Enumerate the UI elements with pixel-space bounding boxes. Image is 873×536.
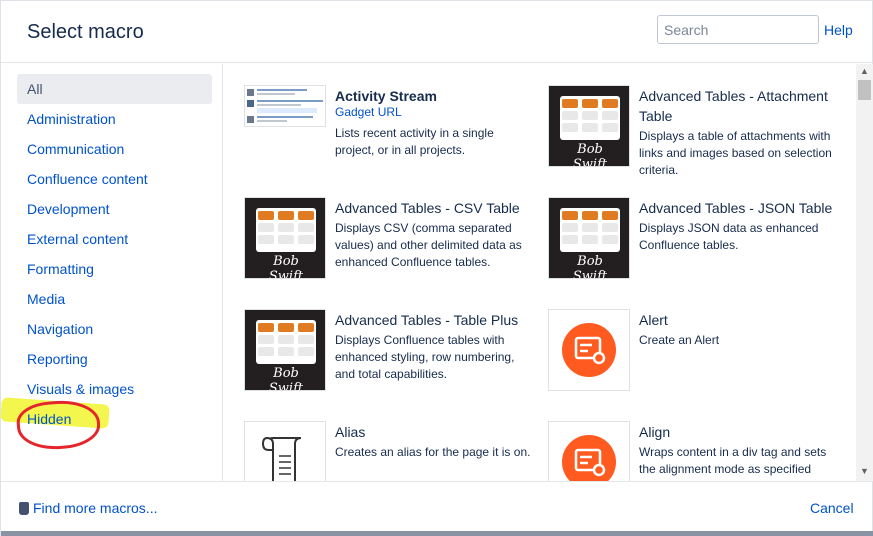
align-icon <box>562 435 616 481</box>
find-more-macros-link[interactable]: Find more macros... <box>19 500 157 516</box>
category-media[interactable]: Media <box>17 284 212 314</box>
gadget-url-link[interactable]: Gadget URL <box>335 104 402 121</box>
activity-feed-icon <box>245 86 325 126</box>
bob-swift-logo: Bob Swift <box>244 197 326 279</box>
marketplace-bag-icon <box>19 502 29 515</box>
macro-description: Lists recent activity in a single projec… <box>335 126 494 157</box>
dialog-footer: Find more macros... Cancel <box>1 481 873 536</box>
category-navigation[interactable]: Navigation <box>17 314 212 344</box>
find-more-label: Find more macros... <box>33 500 158 516</box>
dialog-title: Select macro <box>27 21 144 43</box>
bob-swift-signature: Bob Swift <box>572 142 608 167</box>
table-grid-icon <box>256 320 316 364</box>
table-grid-icon <box>560 96 620 140</box>
alert-icon <box>562 323 616 377</box>
macro-name: Activity Stream <box>335 88 437 104</box>
macro-activity-stream[interactable]: Activity Stream Gadget URL Lists recent … <box>244 85 544 185</box>
cancel-button[interactable]: Cancel <box>810 500 854 516</box>
macro-description: Displays a table of attachments with lin… <box>639 129 832 177</box>
category-sidebar: All Administration Communication Conflue… <box>0 64 223 481</box>
category-reporting[interactable]: Reporting <box>17 344 212 374</box>
macro-name: Alert <box>639 312 668 328</box>
macro-list: Activity Stream Gadget URL Lists recent … <box>224 64 856 481</box>
bob-swift-logo: Bob Swift <box>548 197 630 279</box>
macro-description: Creates an alias for the page it is on. <box>335 445 531 459</box>
alias-thumbnail <box>244 421 326 481</box>
activity-stream-thumbnail <box>244 85 326 127</box>
category-administration[interactable]: Administration <box>17 104 212 134</box>
macro-advanced-tables-attachment-table[interactable]: Bob Swift Advanced Tables - Attachment T… <box>548 85 848 185</box>
macro-description: Displays CSV (comma separated values) an… <box>335 221 522 269</box>
macro-name: Advanced Tables - JSON Table <box>639 200 833 216</box>
category-development[interactable]: Development <box>17 194 212 224</box>
search-input[interactable] <box>657 15 819 44</box>
macro-advanced-tables-table-plus[interactable]: Bob Swift Advanced Tables - Table Plus D… <box>244 309 544 409</box>
red-circle-annotation <box>15 398 102 452</box>
macro-advanced-tables-csv-table[interactable]: Bob Swift Advanced Tables - CSV Table Di… <box>244 197 544 297</box>
alert-thumbnail <box>548 309 630 391</box>
bob-swift-signature: Bob Swift <box>572 254 608 279</box>
dialog-header: Select macro Help <box>1 1 873 63</box>
bob-swift-signature: Bob Swift <box>268 366 304 391</box>
category-formatting[interactable]: Formatting <box>17 254 212 284</box>
help-link[interactable]: Help <box>824 22 853 38</box>
macro-name: Advanced Tables - Attachment Table <box>639 88 828 124</box>
macro-align[interactable]: Align Wraps content in a div tag and set… <box>548 421 848 481</box>
scroll-icon <box>261 436 302 481</box>
category-external-content[interactable]: External content <box>17 224 212 254</box>
bob-swift-logo: Bob Swift <box>548 85 630 167</box>
align-thumbnail <box>548 421 630 481</box>
macro-name: Advanced Tables - Table Plus <box>335 312 519 328</box>
macro-name: Align <box>639 424 671 440</box>
macro-description: Create an Alert <box>639 333 720 347</box>
table-grid-icon <box>560 208 620 252</box>
macro-alias[interactable]: Alias Creates an alias for the page it i… <box>244 421 544 481</box>
macro-advanced-tables-json-table[interactable]: Bob Swift Advanced Tables - JSON Table D… <box>548 197 848 297</box>
window-bottom-edge <box>1 531 873 536</box>
category-confluence-content[interactable]: Confluence content <box>17 164 212 194</box>
macro-alert[interactable]: Alert Create an Alert <box>548 309 848 409</box>
select-macro-dialog: Select macro Help All Administration Com… <box>0 0 873 536</box>
arrow-up-icon[interactable]: ▲ <box>856 64 873 78</box>
macro-description: Displays Confluence tables with enhanced… <box>335 333 515 381</box>
macro-description: Displays JSON data as enhanced Confluenc… <box>639 221 819 252</box>
category-all[interactable]: All <box>17 74 212 104</box>
bob-swift-logo: Bob Swift <box>244 309 326 391</box>
category-communication[interactable]: Communication <box>17 134 212 164</box>
macro-description: Wraps content in a div tag and sets the … <box>639 445 827 476</box>
macro-name: Advanced Tables - CSV Table <box>335 200 520 216</box>
table-grid-icon <box>256 208 316 252</box>
bob-swift-signature: Bob Swift <box>268 254 304 279</box>
arrow-down-icon[interactable]: ▼ <box>856 464 873 478</box>
macro-name: Alias <box>335 424 366 440</box>
scrollbar-thumb[interactable] <box>858 80 871 100</box>
macro-list-scrollbar[interactable]: ▲ ▼ <box>856 64 873 481</box>
